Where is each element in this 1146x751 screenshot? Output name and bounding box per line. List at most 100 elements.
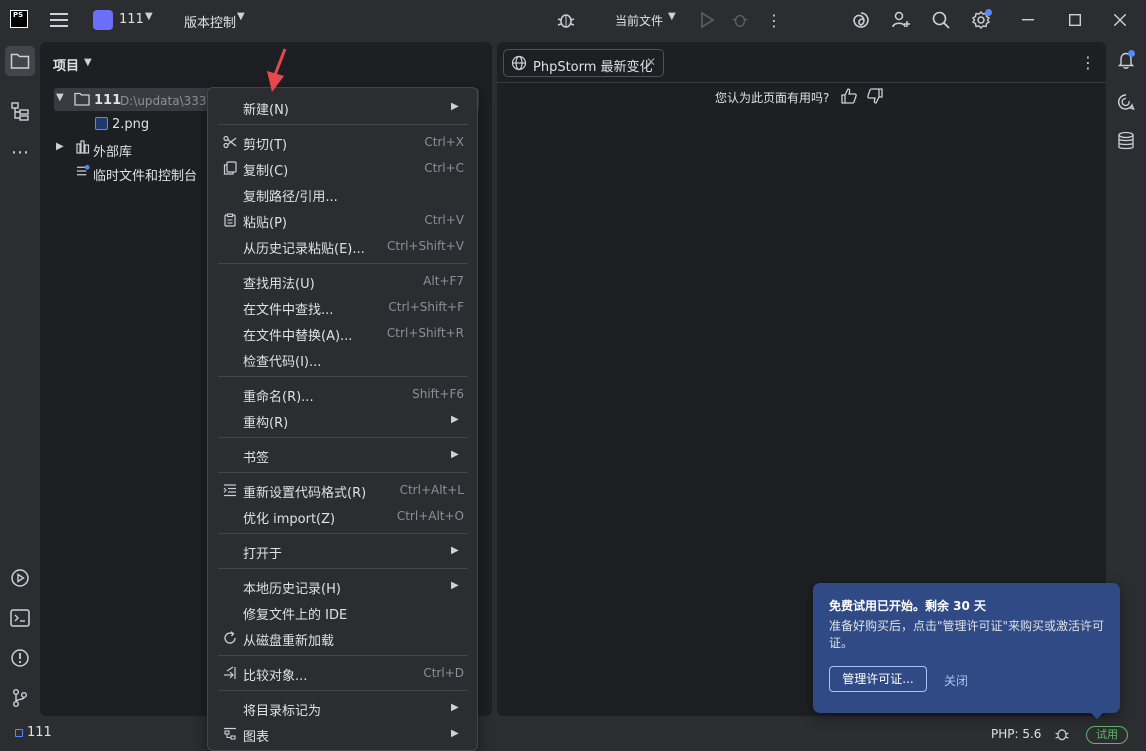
search-icon[interactable]	[930, 9, 952, 31]
manage-license-button[interactable]: 管理许可证...	[829, 666, 927, 692]
git-branch-icon[interactable]	[5, 683, 35, 713]
menu-item-label: 重新设置代码格式(R)	[243, 486, 367, 501]
run-configuration-selector[interactable]: 当前文件	[615, 12, 663, 29]
chevron-down-icon[interactable]: ▼	[56, 92, 64, 103]
copy-icon	[222, 160, 238, 176]
trial-badge[interactable]: 试用	[1086, 726, 1128, 744]
chevron-right-icon[interactable]: ▶	[56, 141, 64, 152]
bell-icon[interactable]	[1113, 47, 1139, 73]
menu-item-shortcut: Ctrl+V	[424, 213, 464, 227]
database-icon[interactable]	[1113, 128, 1139, 154]
folder-icon[interactable]	[5, 46, 35, 76]
menu-separator	[218, 263, 468, 264]
compare-icon	[222, 665, 238, 681]
phpstorm-logo: PS	[10, 10, 28, 28]
menu-item-shortcut: Ctrl+Alt+O	[396, 509, 464, 523]
problems-icon[interactable]	[5, 643, 35, 673]
close-icon[interactable]	[1110, 10, 1130, 30]
chevron-down-icon[interactable]: ▼	[237, 11, 245, 22]
annotation-arrow-icon	[267, 48, 287, 92]
thumbs-up-icon[interactable]	[839, 86, 859, 106]
tree-scratches[interactable]: 临时文件和控制台	[93, 165, 197, 184]
menu-item-label: 粘贴(P)	[243, 216, 287, 231]
tree-external-libraries[interactable]: 外部库	[93, 141, 132, 160]
menu-item-label: 书签	[243, 451, 270, 466]
chevron-right-icon: ▶	[451, 414, 459, 425]
add-user-icon[interactable]	[890, 9, 912, 31]
ai-assistant-icon[interactable]	[850, 9, 872, 31]
reformat-icon	[222, 482, 238, 498]
menu-item-label: 在文件中替换(A)...	[243, 329, 353, 344]
menu-item-label: 复制路径/引用...	[243, 190, 338, 205]
bug-icon[interactable]	[555, 9, 577, 31]
bug-icon[interactable]	[1053, 725, 1071, 743]
diagram-icon	[222, 726, 238, 742]
chevron-right-icon: ▶	[451, 101, 459, 112]
project-panel-title[interactable]: 项目	[53, 55, 79, 74]
update-badge	[985, 9, 992, 16]
logo-text: PS	[13, 11, 24, 19]
close-popup-link[interactable]: 关闭	[944, 672, 968, 689]
thumbs-down-icon[interactable]	[865, 86, 885, 106]
main-menu-icon[interactable]	[48, 10, 70, 30]
chevron-down-icon[interactable]: ▼	[145, 11, 153, 22]
structure-icon[interactable]	[5, 97, 35, 127]
run-icon[interactable]	[698, 10, 716, 30]
menu-item-shortcut: Ctrl+Shift+F	[388, 300, 464, 314]
project-selector[interactable]: 111	[119, 12, 144, 27]
tree-file-item[interactable]: 2.png	[112, 117, 149, 132]
terminal-icon[interactable]	[5, 603, 35, 633]
trial-message: 准备好购买后，点击"管理许可证"来购买或激活许可证。	[829, 619, 1105, 650]
chevron-right-icon: ▶	[451, 580, 459, 591]
more-vertical-icon[interactable]: ⋮	[1080, 53, 1096, 72]
library-icon	[76, 140, 90, 154]
maximize-icon[interactable]	[1065, 10, 1085, 30]
menu-item-label: 图表	[243, 730, 270, 745]
menu-item-shortcut: Ctrl+D	[423, 666, 464, 680]
editor-tab-divider	[497, 82, 1106, 83]
tree-root-name[interactable]: 111	[94, 93, 121, 108]
menu-item-label: 重命名(R)...	[243, 390, 314, 405]
menu-separator	[218, 376, 468, 377]
vcs-menu[interactable]: 版本控制	[184, 12, 236, 31]
debug-icon[interactable]	[730, 10, 750, 30]
chevron-down-icon[interactable]: ▼	[84, 57, 92, 68]
menu-item-label: 复制(C)	[243, 164, 289, 179]
minimize-icon[interactable]	[1018, 10, 1038, 30]
menu-item-label: 剪切(T)	[243, 138, 288, 153]
scissors-icon	[222, 134, 238, 150]
chevron-right-icon: ▶	[451, 449, 459, 460]
php-version[interactable]: PHP: 5.6	[991, 727, 1041, 741]
more-horizontal-icon[interactable]: ⋯	[5, 137, 35, 167]
tree-root-path: D:\updata\333\	[120, 94, 211, 108]
paste-icon	[222, 212, 238, 228]
image-file-icon	[95, 117, 108, 130]
tab-label[interactable]: PhpStorm 最新变化	[533, 56, 653, 75]
scratches-icon	[76, 164, 90, 178]
menu-item-label: 在文件中查找...	[243, 303, 334, 318]
chevron-down-icon[interactable]: ▼	[668, 11, 676, 22]
menu-item-label: 重构(R)	[243, 416, 289, 431]
menu-separator	[218, 690, 468, 691]
more-vertical-icon[interactable]: ⋮	[766, 10, 782, 30]
menu-item-shortcut: Ctrl+C	[424, 161, 464, 175]
menu-item-label: 比较对象...	[243, 669, 308, 684]
menu-item-label: 本地历史记录(H)	[243, 582, 341, 597]
menu-item-label: 查找用法(U)	[243, 277, 315, 292]
menu-separator	[218, 124, 468, 125]
menu-item-label: 从磁盘重新加载	[243, 634, 335, 649]
close-icon[interactable]: ✕	[646, 55, 656, 69]
feedback-question: 您认为此页面有用吗?	[715, 91, 830, 105]
status-project-name[interactable]: 111	[27, 725, 52, 740]
menu-item-label: 优化 import(Z)	[243, 512, 336, 527]
menu-item-shortcut: Shift+F6	[412, 387, 464, 401]
menu-separator	[218, 655, 468, 656]
project-badge[interactable]	[93, 10, 113, 30]
chevron-right-icon: ▶	[451, 728, 459, 739]
ai-chat-icon[interactable]	[1113, 89, 1139, 115]
folder-icon	[74, 91, 90, 107]
services-icon[interactable]	[5, 563, 35, 593]
menu-separator	[218, 437, 468, 438]
menu-separator	[218, 472, 468, 473]
notification-badge	[1128, 50, 1135, 57]
